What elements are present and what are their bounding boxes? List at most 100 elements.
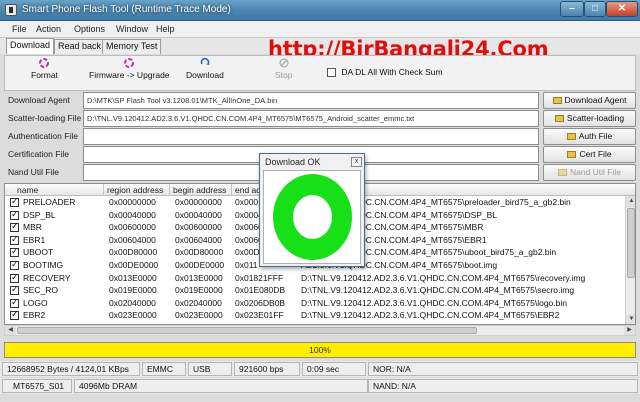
tab-memory-test[interactable]: Memory Test (102, 39, 162, 54)
maximize-button[interactable]: □ (584, 1, 606, 17)
row-region-address: 0x00000000 (109, 197, 156, 207)
menu-file[interactable]: File (12, 24, 27, 34)
row-checkbox[interactable] (10, 272, 19, 283)
cert-file-button-label: Cert File (579, 149, 612, 159)
close-button[interactable]: ✕ (606, 1, 638, 17)
row-checkbox[interactable] (10, 234, 19, 245)
table-row[interactable]: RECOVERY 0x013E0000 0x013E0000 0x01821FFF D:… (5, 272, 625, 285)
row-begin-address: 0x02040000 (175, 297, 222, 308)
table-row[interactable]: SEC_RO 0x019E0000 0x019E0000 0x01E080DB D:\T… (5, 284, 625, 297)
nand-util-button[interactable]: Nand Util File (543, 164, 636, 181)
menu-help[interactable]: Help (156, 24, 175, 34)
download-agent-button[interactable]: Download Agent (543, 92, 636, 109)
menu-action[interactable]: Action (36, 24, 61, 34)
cert-file-button[interactable]: Cert File (543, 146, 636, 163)
row-checkbox[interactable] (10, 309, 19, 321)
da-dl-checkbox[interactable] (327, 68, 336, 78)
scatter-row: Scatter-loading File D:\TNL.V9.120412.AD… (4, 110, 636, 127)
dialog-close-button[interactable]: x (351, 157, 362, 167)
status-nand: NAND: N/A (368, 379, 638, 393)
stop-button[interactable]: Stop (275, 58, 293, 80)
menu-window[interactable]: Window (116, 24, 148, 34)
row-name: SEC_RO (23, 285, 58, 296)
tab-read-back[interactable]: Read back (54, 39, 106, 54)
table-row[interactable]: LOGO 0x02040000 0x02040000 0x0206DB0B D:\TNL… (5, 297, 625, 310)
row-name: BOOTIMG (23, 259, 64, 270)
hscroll-thumb[interactable] (17, 327, 477, 334)
download-button[interactable]: Download (186, 58, 224, 80)
tab-download[interactable]: Download (6, 38, 55, 54)
row-name: EBR2 (23, 310, 46, 321)
row-begin-address: 0x00600000 (175, 222, 222, 233)
format-button[interactable]: Format (31, 58, 58, 80)
row-region-address: 0x00040000 (109, 209, 156, 220)
col-begin-address[interactable]: begin address (173, 185, 226, 195)
auth-file-button[interactable]: Auth File (543, 128, 636, 145)
row-begin-address: 0x019E0000 (175, 285, 223, 296)
row-end-address: 0x0206DB0B (235, 297, 286, 308)
row-checkbox[interactable] (10, 196, 19, 207)
horizontal-scrollbar[interactable]: ◀ ▶ (4, 325, 636, 336)
row-checkbox[interactable] (10, 259, 19, 270)
row-region-address: 0x00604000 (109, 234, 156, 245)
status-nor: NOR: N/A (368, 362, 638, 376)
progress-label: 100% (309, 345, 331, 355)
scroll-thumb[interactable] (627, 208, 635, 278)
row-name: DSP_BL (23, 209, 56, 220)
progress-bar: 100% (4, 342, 636, 358)
row-file-path: D:\TNL.V9.120412.AD2.3.6.V1.QHDC.CN.COM.… (301, 272, 586, 283)
status-bytes: 12668952 Bytes / 4124,01 KBps (2, 362, 140, 376)
status-bar-2: MT6575_S01 4096Mb DRAM NAND: N/A (0, 378, 640, 394)
scroll-down-arrow[interactable]: ▼ (626, 314, 635, 324)
title-bar: Smart Phone Flash Tool (Runtime Trace Mo… (0, 0, 640, 21)
toolbar: Format Firmware -> Upgrade Download Stop… (4, 55, 636, 91)
scatter-loading-button-label: Scatter-loading (566, 113, 625, 123)
folder-icon (554, 115, 564, 122)
download-agent-field[interactable]: D:\MTK\SP Flash Tool v3.1208.01\MTK_AllI… (83, 92, 539, 109)
scatter-loading-button[interactable]: Scatter-loading (543, 110, 636, 127)
vertical-scrollbar[interactable]: ▲ ▼ (625, 196, 635, 324)
folder-icon (552, 97, 562, 104)
row-end-address: 0x01E080DB (235, 285, 286, 296)
row-checkbox[interactable] (10, 297, 19, 308)
col-name[interactable]: name (17, 185, 38, 195)
row-begin-address: 0x00DE0000 (175, 259, 225, 270)
scroll-up-arrow[interactable]: ▲ (626, 196, 635, 207)
auth-field[interactable] (83, 128, 539, 145)
row-name: LOGO (23, 297, 48, 308)
firmware-upgrade-label: Firmware -> Upgrade (89, 70, 170, 80)
firmware-upgrade-button[interactable]: Firmware -> Upgrade (89, 58, 170, 80)
stop-label: Stop (275, 70, 293, 80)
row-begin-address: 0x00000000 (175, 197, 222, 207)
menu-options[interactable]: Options (74, 24, 105, 34)
row-checkbox[interactable] (10, 246, 19, 258)
scatter-field[interactable]: D:\TNL.V9.120412.AD2.3.6.V1.QHDC.CN.COM.… (83, 110, 539, 127)
download-agent-label: Download Agent (8, 95, 70, 105)
row-name: EBR1 (23, 234, 46, 245)
scroll-right-arrow[interactable]: ▶ (624, 326, 635, 335)
row-begin-address: 0x023E0000 (175, 310, 223, 321)
auth-label: Authentication File (8, 131, 78, 141)
download-agent-row: Download Agent D:\MTK\SP Flash Tool v3.1… (4, 92, 636, 109)
da-dl-checksum[interactable]: DA DL All With Check Sum (327, 67, 443, 78)
scroll-left-arrow[interactable]: ◀ (5, 326, 16, 335)
row-checkbox[interactable] (10, 221, 19, 233)
status-dram: 4096Mb DRAM (74, 379, 368, 393)
download-agent-button-label: Download Agent (564, 95, 627, 105)
row-region-address: 0x00600000 (109, 222, 156, 233)
dialog-body (263, 170, 361, 264)
row-begin-address: 0x013E0000 (175, 272, 223, 283)
col-region-address[interactable]: region address (107, 185, 163, 195)
folder-icon (567, 151, 577, 158)
status-chip: MT6575_S01 (2, 379, 72, 393)
row-checkbox[interactable] (10, 284, 19, 296)
col-end-address[interactable]: end ad (235, 185, 261, 195)
row-end-address: 0x00D (235, 247, 260, 258)
status-baud: 921600 bps (234, 362, 300, 376)
window-title: Smart Phone Flash Tool (Runtime Trace Mo… (22, 4, 231, 15)
row-region-address: 0x019E0000 (109, 285, 157, 296)
row-name: MBR (23, 222, 42, 233)
minimize-button[interactable]: – (560, 1, 584, 17)
row-checkbox[interactable] (10, 209, 19, 220)
table-row[interactable]: EBR2 0x023E0000 0x023E0000 0x023E01FF D:\TNL… (5, 309, 625, 322)
